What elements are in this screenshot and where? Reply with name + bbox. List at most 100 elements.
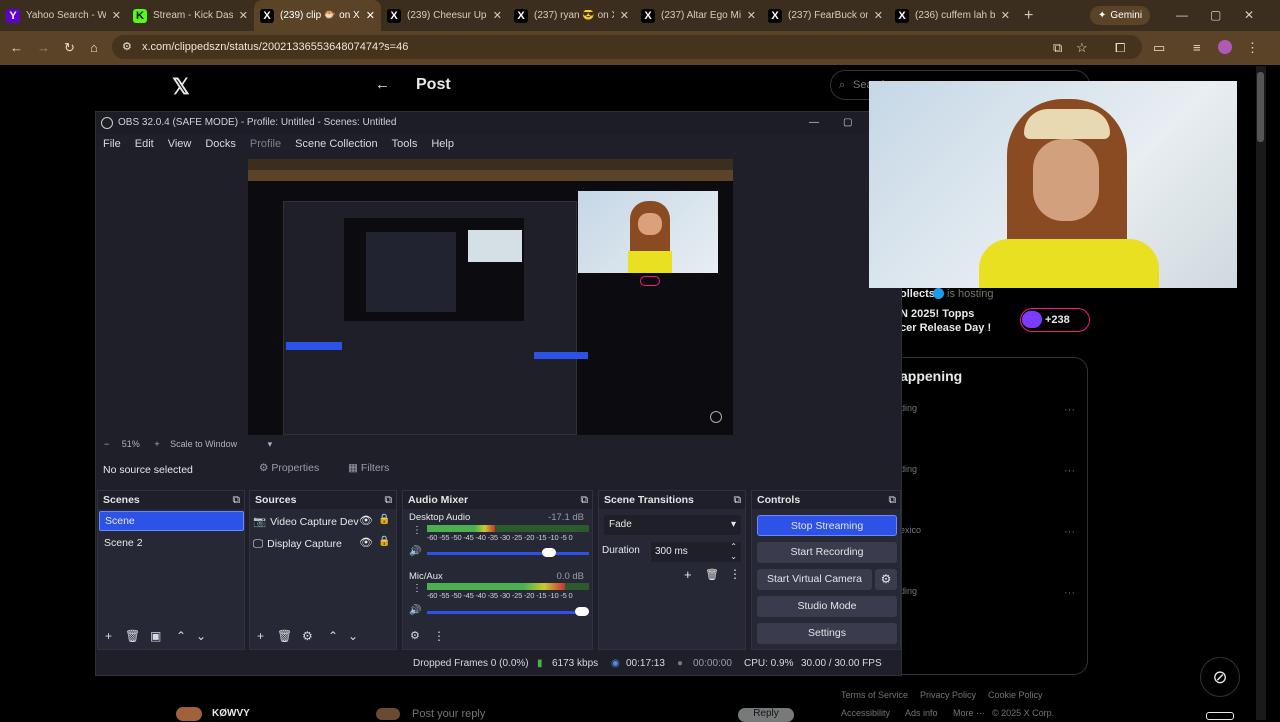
volume-slider[interactable] [427,552,589,555]
obs-maximize-icon[interactable]: ▢ [843,112,852,134]
add-scene-icon[interactable]: + [105,629,112,643]
more-options-icon[interactable]: ··· [1064,587,1075,599]
close-window-icon[interactable]: ✕ [1244,8,1254,22]
stop-streaming-button[interactable]: Stop Streaming [757,515,897,536]
x-logo-icon[interactable]: 𝕏 [172,74,190,100]
move-up-icon[interactable]: ⌃ [328,629,338,643]
transition-select[interactable]: Fade ▾ [604,515,741,535]
footer-link[interactable]: Accessibility [841,708,890,718]
close-tab-icon[interactable]: ✕ [1001,9,1010,22]
trash-icon[interactable]: 🗑 [125,629,140,643]
menu-dots-icon[interactable]: ⋮ [1246,40,1259,56]
dock-undock-icon[interactable]: ⧉ [889,491,897,509]
dock-undock-icon[interactable]: ⧉ [233,491,241,509]
add-source-icon[interactable]: + [257,629,264,643]
obs-preview-canvas[interactable] [248,159,733,435]
menu-tools[interactable]: Tools [392,134,418,154]
extensions-icon[interactable]: ⧠ [1115,40,1125,56]
forward-icon[interactable]: → [37,40,50,55]
menu-docks[interactable]: Docks [205,134,236,154]
dock-undock-icon[interactable]: ⧉ [734,491,742,509]
trash-icon[interactable]: 🗑 [277,629,292,643]
menu-dots-icon[interactable]: ⋮ [433,629,445,643]
minimize-icon[interactable]: — [1176,8,1188,22]
menu-file[interactable]: File [103,134,121,154]
new-tab-icon[interactable]: + [1024,7,1033,25]
scene-item[interactable]: Scene 2 [99,533,244,553]
browser-tab[interactable]: X (237) FearBuck on ✕ [762,0,889,31]
dock-undock-icon[interactable]: ⧉ [581,491,589,509]
profile-avatar[interactable] [1218,40,1232,54]
speaker-icon[interactable]: 🔊 [409,546,421,557]
grok-icon[interactable]: ⊘ [1200,657,1240,697]
scene-item[interactable]: Scene [99,511,244,531]
footer-link[interactable]: Terms of Service [841,690,908,700]
volume-handle[interactable] [575,607,589,616]
more-options-icon[interactable]: ··· [1064,526,1075,538]
scrollbar-track[interactable] [1256,66,1266,720]
filters-button[interactable]: ▦ Filters [348,462,389,474]
volume-slider[interactable] [427,611,589,614]
close-tab-icon[interactable]: ✕ [239,9,248,22]
back-arrow-icon[interactable]: ← [375,76,390,93]
browser-tab[interactable]: Y Yahoo Search - We ✕ [0,0,127,31]
reload-icon[interactable]: ↻ [64,40,75,56]
more-options-icon[interactable]: ··· [1064,465,1075,477]
menu-edit[interactable]: Edit [135,134,154,154]
menu-help[interactable]: Help [431,134,454,154]
footer-link[interactable]: More ··· [953,708,985,718]
url-bar[interactable]: ⚙ x.com/clippedszn/status/200213365536480… [112,35,1142,59]
start-recording-button[interactable]: Start Recording [757,542,897,563]
spinner-icon[interactable]: ⌃ ⌄ [730,542,737,562]
properties-button[interactable]: ⚙ Properties [259,462,319,474]
trash-icon[interactable]: 🗑 [705,568,719,581]
browser-tab[interactable]: X (236) cuffem lah b ✕ [889,0,1016,31]
lock-icon[interactable]: 🔒 [378,514,390,525]
close-tab-icon[interactable]: ✕ [493,9,502,22]
volume-handle[interactable] [542,548,556,557]
reply-input[interactable]: Post your reply [412,708,485,720]
track-menu-icon[interactable]: ⋮ [412,583,422,594]
start-virtual-camera-button[interactable]: Start Virtual Camera [757,569,872,590]
bookmark-star-icon[interactable]: ☆ [1076,40,1088,56]
close-tab-icon[interactable]: ✕ [112,9,121,22]
gear-icon[interactable]: ⚙ [410,629,420,642]
zoom-in-icon[interactable]: + [154,439,159,449]
footer-link[interactable]: Ads info [905,708,938,718]
footer-link[interactable]: Cookie Policy [988,690,1043,700]
dock-undock-icon[interactable]: ⧉ [385,491,393,509]
eye-icon[interactable]: 👁 [359,536,373,549]
more-options-icon[interactable]: ··· [1064,404,1075,416]
move-down-icon[interactable]: ⌄ [348,629,358,643]
maximize-icon[interactable]: ▢ [1210,8,1221,22]
move-down-icon[interactable]: ⌄ [196,629,206,643]
close-tab-icon[interactable]: ✕ [366,9,375,22]
messages-icon[interactable] [1206,712,1234,720]
browser-tab[interactable]: X (237) Altar Ego Mi ✕ [635,0,762,31]
scrollbar-thumb[interactable] [1257,72,1264,142]
menu-dots-icon[interactable]: ⋮ [729,567,741,581]
speaker-icon[interactable]: 🔊 [409,605,421,616]
footer-link[interactable]: Privacy Policy [920,690,976,700]
gemini-button[interactable]: ✦ Gemini [1090,6,1151,25]
back-icon[interactable]: ← [10,40,23,55]
virtual-camera-settings-icon[interactable]: ⚙ [875,569,897,590]
browser-tab[interactable]: X (239) Cheesur Upd ✕ [381,0,508,31]
menu-profile[interactable]: Profile [250,134,281,154]
media-control-icon[interactable]: ≡ [1193,40,1201,55]
close-tab-icon[interactable]: ✕ [620,9,629,22]
lock-icon[interactable]: 🔒 [378,536,390,547]
menu-view[interactable]: View [168,134,192,154]
install-app-icon[interactable]: ⧉ [1053,40,1062,56]
browser-tab[interactable]: X (237) ryan 😎 on X ✕ [508,0,635,31]
settings-button[interactable]: Settings [757,623,897,644]
gear-icon[interactable]: ⚙ [302,629,313,643]
add-transition-icon[interactable]: + [684,567,692,582]
home-icon[interactable]: ⌂ [90,40,98,55]
eye-icon[interactable]: 👁 [359,514,373,527]
close-tab-icon[interactable]: ✕ [747,9,756,22]
obs-minimize-icon[interactable]: — [809,112,819,134]
avatar[interactable] [176,707,202,721]
track-menu-icon[interactable]: ⋮ [412,525,422,536]
browser-tab[interactable]: X (239) clip 🐡 on X ✕ [254,0,381,31]
